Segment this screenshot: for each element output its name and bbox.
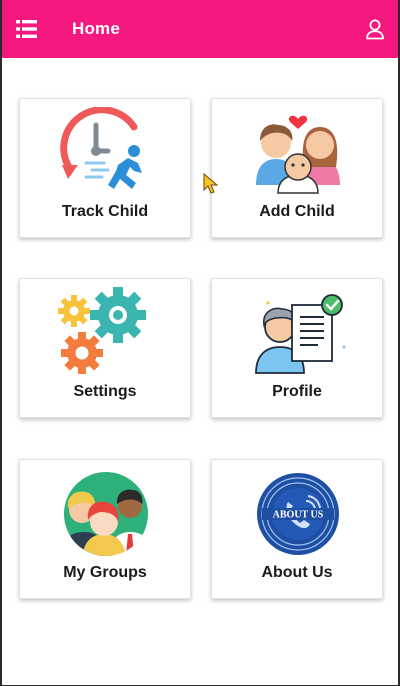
tile-add-child[interactable]: Add Child (211, 98, 383, 238)
tile-profile[interactable]: Profile (211, 278, 383, 418)
gears-icon (58, 287, 146, 374)
user-account-icon (366, 19, 384, 40)
tile-settings[interactable]: Settings (19, 278, 191, 418)
tile-about-us[interactable]: ABOUT US About Us (211, 459, 383, 599)
track-child-icon (60, 107, 142, 189)
group-people-icon (64, 472, 148, 556)
tile-label: About Us (261, 564, 333, 581)
family-icon (256, 115, 340, 194)
app-header: Home (2, 0, 398, 58)
user-account-button[interactable] (364, 18, 386, 40)
app-screen: Home Track Child Add Child Settings Prof… (0, 0, 400, 686)
tile-label: Settings (73, 383, 137, 400)
tile-my-groups[interactable]: My Groups (19, 459, 191, 599)
about-us-seal-text: ABOUT US (273, 510, 324, 521)
mouse-cursor-icon (203, 173, 219, 194)
tile-label: My Groups (63, 564, 147, 581)
tile-track-child[interactable]: Track Child (19, 98, 191, 238)
menu-button[interactable] (14, 17, 40, 41)
page-title: Home (72, 19, 121, 38)
list-menu-icon (16, 20, 37, 38)
tile-label: Profile (272, 383, 322, 400)
tile-label: Add Child (259, 203, 335, 220)
profile-document-icon (255, 294, 346, 374)
tile-label: Track Child (61, 203, 149, 220)
about-us-seal-icon: ABOUT US (257, 473, 339, 555)
